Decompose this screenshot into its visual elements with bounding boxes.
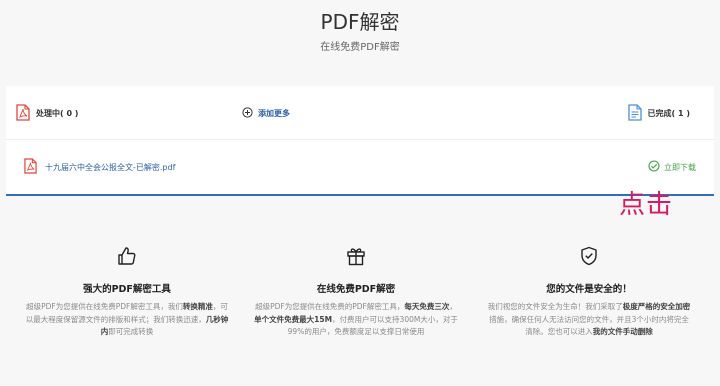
feature-description: 我们视您的文件安全为生命！我们采取了极度严格的安全加密措施，确保任何人无法访问您… xyxy=(487,302,691,336)
download-button[interactable]: 立即下载 xyxy=(648,158,696,176)
processing-label: 处理中( 0 ) xyxy=(36,108,79,118)
add-more-button[interactable]: 添加更多 xyxy=(242,105,290,121)
feature-title: 在线免费PDF解密 xyxy=(316,284,396,295)
shield-check-icon xyxy=(487,246,691,270)
gift-icon xyxy=(254,246,458,270)
page-subtitle: 在线免费PDF解密 xyxy=(320,42,400,53)
done-label: 已完成( 1 ) xyxy=(647,108,690,118)
click-annotation: 点击 xyxy=(619,190,674,220)
file-row: 十九届六中全会公报全文-已解密.pdf 立即下载 xyxy=(24,158,696,176)
add-more-label: 添加更多 xyxy=(258,108,290,118)
page-title: PDF解密 xyxy=(320,10,400,34)
plus-circle-icon xyxy=(242,106,253,120)
pdf-file-icon xyxy=(16,103,30,123)
processing-status: 处理中( 0 ) xyxy=(16,103,79,123)
conversion-panel: 处理中( 0 ) 添加更多 已完成( 1 ) 十九届六中全会公报全文-已解密.p… xyxy=(6,86,714,196)
file-name: 十九届六中全会公报全文-已解密.pdf xyxy=(45,162,176,172)
download-label: 立即下载 xyxy=(664,162,696,172)
check-circle-icon xyxy=(648,160,660,174)
feature-description: 超级PDF为您提供在线免费PDF解密工具，我们转换精准，可以最大程度保留源文件的… xyxy=(25,302,229,336)
feature-card-free: 在线免费PDF解密 超级PDF为您提供在线免费的PDF解密工具，每天免费三次，单… xyxy=(254,246,458,339)
feature-description: 超级PDF为您提供在线免费的PDF解密工具，每天免费三次，单个文件免费最大15M… xyxy=(254,302,458,336)
panel-header: 处理中( 0 ) 添加更多 已完成( 1 ) xyxy=(6,86,714,140)
thumbs-up-icon xyxy=(25,246,229,270)
feature-title: 您的文件是安全的！ xyxy=(546,284,632,295)
pdf-file-icon xyxy=(24,158,37,176)
document-done-icon xyxy=(627,103,642,123)
feature-card-secure: 您的文件是安全的！ 我们视您的文件安全为生命！我们采取了极度严格的安全加密措施，… xyxy=(487,246,691,339)
feature-card-powerful: 强大的PDF解密工具 超级PDF为您提供在线免费PDF解密工具，我们转换精准，可… xyxy=(25,246,229,339)
file-name-link[interactable]: 十九届六中全会公报全文-已解密.pdf xyxy=(24,158,175,176)
feature-title: 强大的PDF解密工具 xyxy=(83,284,171,295)
done-status: 已完成( 1 ) xyxy=(627,103,690,123)
